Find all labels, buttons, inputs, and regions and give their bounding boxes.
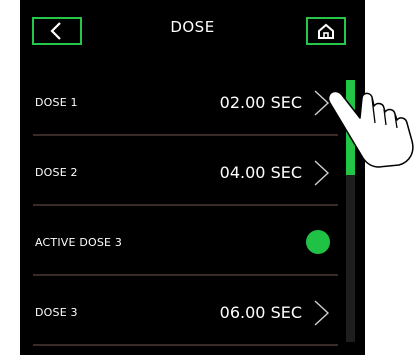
dose-screen: DOSE DOSE 1 02.00 SEC DOSE 2 04.00 SEC A…	[20, 0, 365, 355]
dose-1-value: 02.00 SEC	[219, 93, 302, 112]
active-dose-3-label: ACTIVE DOSE 3	[35, 236, 123, 249]
dose-2-value: 04.00 SEC	[219, 163, 302, 182]
pointing-hand-icon	[327, 90, 414, 168]
home-icon	[318, 23, 334, 39]
active-dose-3-row[interactable]: ACTIVE DOSE 3	[33, 206, 338, 276]
chevron-right-icon[interactable]	[310, 298, 332, 328]
dose-3-label: DOSE 3	[35, 306, 78, 319]
dose-1-row[interactable]: DOSE 1 02.00 SEC	[33, 66, 338, 136]
active-dose-3-toggle[interactable]	[306, 230, 330, 254]
dose-1-label: DOSE 1	[35, 96, 78, 109]
dose-3-value: 06.00 SEC	[219, 303, 302, 322]
home-button[interactable]	[306, 17, 346, 45]
dose-2-row[interactable]: DOSE 2 04.00 SEC	[33, 136, 338, 206]
dose-2-label: DOSE 2	[35, 166, 78, 179]
dose-3-row[interactable]: DOSE 3 06.00 SEC	[33, 276, 338, 346]
